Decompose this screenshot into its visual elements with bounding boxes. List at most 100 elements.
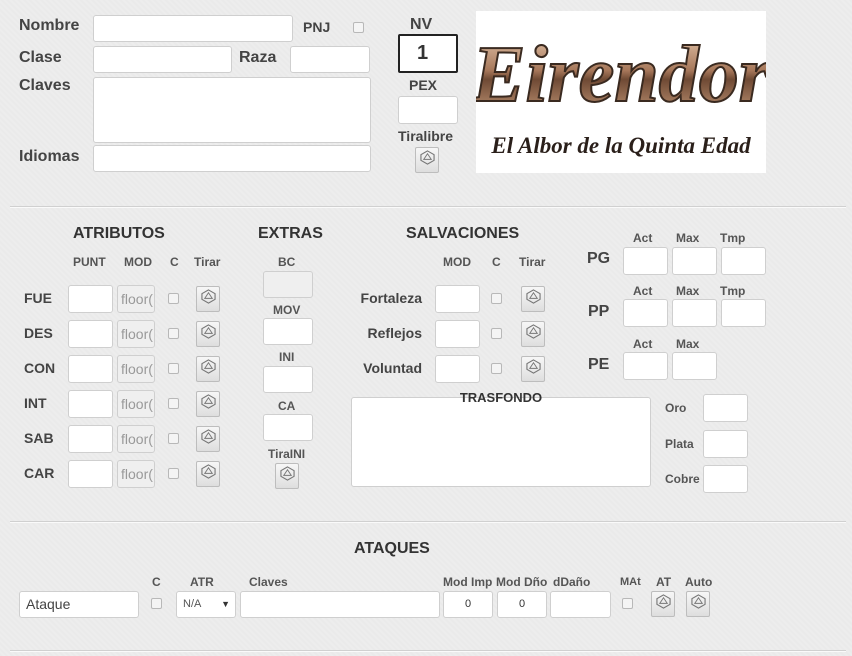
save-c-checkbox-fortaleza[interactable]	[491, 293, 502, 304]
ataques-title: ATAQUES	[354, 540, 430, 557]
trasfondo-textarea[interactable]	[351, 397, 651, 487]
attr-c-checkbox-des[interactable]	[168, 328, 179, 339]
tiraini-button[interactable]	[275, 463, 299, 489]
attr-c-checkbox-int[interactable]	[168, 398, 179, 409]
pg-label: PG	[587, 250, 611, 267]
claves-textarea[interactable]	[93, 77, 371, 143]
nv-input[interactable]: 1	[398, 34, 458, 73]
raza-input[interactable]	[290, 46, 370, 73]
pg-act-input[interactable]	[623, 247, 668, 275]
attr-punt-input-car[interactable]	[68, 460, 113, 488]
salvaciones-col-mod: MOD	[443, 255, 471, 269]
ataque-name-input[interactable]: Ataque	[19, 591, 139, 618]
plata-input[interactable]	[703, 430, 748, 458]
dice-icon	[525, 289, 541, 309]
mov-input[interactable]	[263, 318, 313, 345]
save-c-checkbox-voluntad[interactable]	[491, 363, 502, 374]
pp-max-label: Max	[676, 284, 700, 298]
attr-punt-input-fue[interactable]	[68, 285, 113, 313]
attr-punt-input-int[interactable]	[68, 390, 113, 418]
save-roll-button-voluntad[interactable]	[521, 356, 545, 382]
dice-icon	[690, 594, 706, 614]
save-c-checkbox-reflejos[interactable]	[491, 328, 502, 339]
attr-label-sab: SAB	[24, 430, 54, 446]
ataque-auto-button[interactable]	[686, 591, 710, 617]
ca-input[interactable]	[263, 414, 313, 441]
attr-punt-input-des[interactable]	[68, 320, 113, 348]
pp-tmp-label: Tmp	[720, 284, 746, 298]
attr-c-checkbox-sab[interactable]	[168, 433, 179, 444]
attr-roll-button-car[interactable]	[196, 461, 220, 487]
nombre-input[interactable]	[93, 15, 293, 42]
divider-top	[10, 206, 846, 208]
ataque-mod-dno-input[interactable]: 0	[497, 591, 547, 618]
attr-roll-button-con[interactable]	[196, 356, 220, 382]
pg-tmp-input[interactable]	[721, 247, 766, 275]
atributos-col-punt: PUNT	[73, 255, 106, 269]
pp-tmp-input[interactable]	[721, 299, 766, 327]
pg-tmp-label: Tmp	[720, 231, 746, 245]
svg-text:El Albor de la Quinta Edad: El Albor de la Quinta Edad	[490, 133, 751, 158]
attr-mod-field-int: floor(	[117, 390, 155, 418]
attr-punt-input-con[interactable]	[68, 355, 113, 383]
atributos-col-mod: MOD	[124, 255, 152, 269]
save-roll-button-fortaleza[interactable]	[521, 286, 545, 312]
ataques-col-at: AT	[656, 575, 672, 589]
ini-input[interactable]	[263, 366, 313, 393]
chevron-down-icon: ▼	[221, 599, 230, 609]
pg-max-label: Max	[676, 231, 700, 245]
pe-max-input[interactable]	[672, 352, 717, 380]
nombre-label: Nombre	[19, 17, 80, 34]
ataque-ddano-input[interactable]	[550, 591, 611, 618]
ataque-claves-input[interactable]	[240, 591, 440, 618]
pex-input[interactable]	[398, 96, 458, 124]
pp-act-input[interactable]	[623, 299, 668, 327]
ataque-mod-imp-input[interactable]: 0	[443, 591, 493, 618]
salvaciones-title: SALVACIONES	[406, 225, 520, 242]
attr-roll-button-fue[interactable]	[196, 286, 220, 312]
attr-label-des: DES	[24, 325, 53, 341]
svg-text:Eirendor: Eirendor	[476, 31, 766, 119]
attr-punt-input-sab[interactable]	[68, 425, 113, 453]
ataque-c-checkbox[interactable]	[151, 598, 162, 609]
cobre-input[interactable]	[703, 465, 748, 493]
bc-input	[263, 271, 313, 298]
ataque-mat-checkbox[interactable]	[622, 598, 633, 609]
attr-c-checkbox-fue[interactable]	[168, 293, 179, 304]
trasfondo-title: TRASFONDO	[459, 390, 543, 405]
pnj-checkbox[interactable]	[353, 22, 364, 33]
attr-roll-button-sab[interactable]	[196, 426, 220, 452]
tiralibre-button[interactable]	[415, 147, 439, 173]
clase-input[interactable]	[93, 46, 232, 73]
pe-act-input[interactable]	[623, 352, 668, 380]
oro-input[interactable]	[703, 394, 748, 422]
ataques-col-ddano: dDaño	[553, 575, 591, 589]
attr-c-checkbox-con[interactable]	[168, 363, 179, 374]
dice-icon	[655, 594, 671, 614]
dice-icon	[200, 289, 216, 309]
save-mod-input-reflejos[interactable]	[435, 320, 480, 348]
save-label-voluntad: Voluntad	[363, 360, 422, 376]
plata-label: Plata	[665, 437, 694, 451]
divider-middle	[10, 521, 846, 523]
attr-roll-button-int[interactable]	[196, 391, 220, 417]
attr-c-checkbox-car[interactable]	[168, 468, 179, 479]
save-roll-button-reflejos[interactable]	[521, 321, 545, 347]
save-label-reflejos: Reflejos	[367, 325, 422, 341]
pp-max-input[interactable]	[672, 299, 717, 327]
idiomas-input[interactable]	[93, 145, 371, 172]
save-mod-input-voluntad[interactable]	[435, 355, 480, 383]
attr-mod-field-des: floor(	[117, 320, 155, 348]
cobre-label: Cobre	[665, 472, 700, 486]
ataques-col-claves: Claves	[249, 575, 288, 589]
pg-max-input[interactable]	[672, 247, 717, 275]
ataque-at-button[interactable]	[651, 591, 675, 617]
dice-icon	[419, 150, 435, 170]
save-mod-input-fortaleza[interactable]	[435, 285, 480, 313]
logo: Eirendor El Albor de la Quinta Edad	[476, 11, 766, 173]
dice-icon	[525, 359, 541, 379]
ataque-atr-select[interactable]: N/A ▼	[176, 591, 236, 618]
attr-roll-button-des[interactable]	[196, 321, 220, 347]
ataques-col-atr: ATR	[190, 575, 214, 589]
salvaciones-col-c: C	[492, 255, 501, 269]
